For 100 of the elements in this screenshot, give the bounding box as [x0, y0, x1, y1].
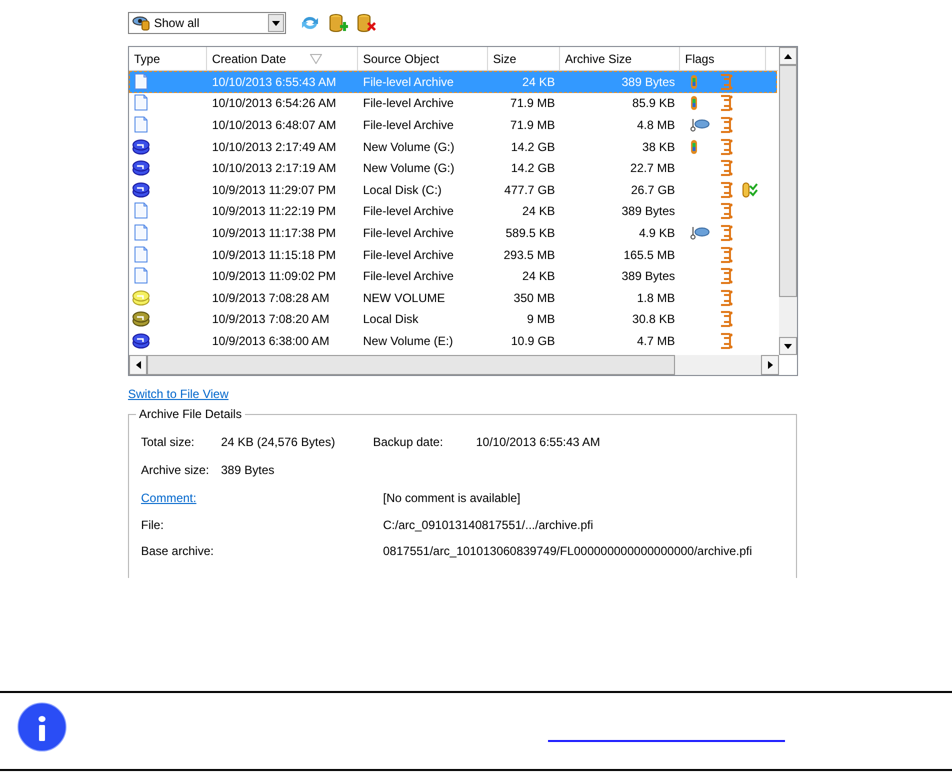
- table-cell-text: File-level Archive: [362, 203, 455, 220]
- field-label: Base archive:: [141, 544, 214, 558]
- column-header[interactable]: Creation Date: [207, 47, 358, 71]
- document-icon: [132, 202, 150, 220]
- battery-icon: [690, 74, 698, 90]
- table-cell-text: New Volume (E:): [362, 332, 454, 350]
- table-cell-text: 71.9 MB: [509, 116, 556, 134]
- scroll-thumb[interactable]: [779, 65, 797, 297]
- field-value: 0817551/arc_101013060839749/FL000000000000000000/archive.pfi: [383, 543, 752, 560]
- table-row[interactable]: 10/9/2013 7:08:28 AM NEW VOLUME 350 MB 1.8 MB: [129, 286, 777, 309]
- table-row[interactable]: 10/9/2013 7:08:20 AM Local Disk 9 MB 30.8 KB: [129, 308, 777, 330]
- document-icon: [132, 246, 150, 264]
- chain-icon: [720, 94, 734, 112]
- database-delete-icon[interactable]: [356, 13, 376, 33]
- table-cell-text: 24 KB: [521, 203, 556, 220]
- table-row[interactable]: 10/9/2013 11:09:02 PM File-level Archive 24 KB 389 Bytes: [129, 265, 777, 287]
- table-cell-text: Local Disk (C:): [362, 182, 443, 199]
- table-cell-text: 10/10/2013 2:17:19 AM: [211, 160, 338, 178]
- battery-icon: [690, 138, 698, 155]
- column-header[interactable]: Type: [129, 47, 207, 71]
- table-row[interactable]: 10/9/2013 11:22:19 PM File-level Archive 24 KB 389 Bytes: [129, 200, 777, 222]
- table-row[interactable]: 10/10/2013 6:54:26 AM File-level Archive 71.9 MB 85.9 KB: [129, 92, 777, 114]
- disk-icon: [132, 180, 150, 199]
- table-cell-text: File-level Archive: [362, 116, 455, 134]
- column-header[interactable]: Archive Size: [560, 47, 680, 71]
- vertical-scrollbar[interactable]: [779, 47, 797, 355]
- comment-link[interactable]: Comment:: [141, 491, 196, 505]
- table-cell-text: 10/10/2013 6:54:26 AM: [211, 95, 338, 112]
- table-row[interactable]: 10/10/2013 6:48:07 AM File-level Archive 71.9 MB 4.8 MB: [129, 114, 777, 136]
- table-cell-text: 350 MB: [512, 290, 556, 307]
- table-cell-text: 26.7 GB: [630, 182, 676, 199]
- switch-view-link[interactable]: Switch to File View: [128, 385, 228, 403]
- table-row[interactable]: 10/9/2013 11:15:18 PM File-level Archive 293.5 MB 165.5 MB: [129, 244, 777, 266]
- table-cell-text: 38 KB: [641, 138, 676, 156]
- table-cell-text: 589.5 KB: [504, 224, 556, 242]
- chain-icon: [720, 288, 734, 307]
- table-cell-text: 10/9/2013 11:22:19 PM: [211, 203, 337, 220]
- chain-icon: [720, 72, 734, 91]
- chain-icon: [720, 246, 734, 264]
- table-cell-text: New Volume (G:): [362, 160, 456, 178]
- battery-icon: [690, 95, 698, 112]
- table-cell-text: 10/9/2013 7:08:20 AM: [211, 311, 330, 328]
- table-cell-text: 14.2 GB: [510, 138, 556, 156]
- table-cell-text: 10/10/2013 6:55:43 AM: [211, 74, 338, 91]
- table-row[interactable]: 10/9/2013 11:17:38 PM File-level Archive 589.5 KB 4.9 KB: [129, 222, 777, 244]
- scroll-thumb[interactable]: [147, 355, 675, 375]
- column-header[interactable]: Size: [488, 47, 560, 71]
- table-cell-text: 30.8 KB: [631, 311, 676, 328]
- table-cell-text: 71.9 MB: [509, 95, 556, 112]
- chain-icon: [720, 159, 734, 178]
- field-label: Archive size:: [141, 462, 210, 479]
- table-cell-text: 9 MB: [526, 311, 556, 328]
- chain-icon: [720, 180, 734, 199]
- table-cell-text: 14.2 GB: [510, 160, 556, 178]
- scroll-down-icon[interactable]: [779, 337, 797, 355]
- chain-icon: [720, 116, 734, 134]
- column-header[interactable]: Source Object: [358, 47, 488, 71]
- field-value: [No comment is available]: [383, 490, 520, 507]
- chain-icon: [720, 310, 734, 328]
- table-cell-text: 10/9/2013 11:15:18 PM: [211, 246, 337, 264]
- table-cell-text: 24 KB: [521, 268, 556, 286]
- scroll-up-icon[interactable]: [779, 47, 797, 65]
- table-row[interactable]: 10/9/2013 6:38:00 AM New Volume (E:) 10.9 GB 4.7 MB: [129, 330, 777, 352]
- database-add-icon[interactable]: [328, 13, 348, 33]
- disk-icon: [132, 288, 150, 307]
- horizontal-scrollbar[interactable]: [129, 355, 779, 375]
- probe-icon: [690, 224, 710, 241]
- filter-value: Show all: [154, 15, 200, 32]
- scroll-left-icon[interactable]: [129, 355, 147, 375]
- disk-icon: [132, 159, 150, 178]
- filter-dropdown[interactable]: Show all: [128, 12, 286, 34]
- scroll-right-icon[interactable]: [761, 355, 779, 375]
- table-row[interactable]: 10/9/2013 11:29:07 PM Local Disk (C:) 477.7 GB 26.7 GB: [129, 178, 777, 201]
- column-header[interactable]: Flags: [680, 47, 766, 71]
- table-cell-text: 4.8 MB: [636, 116, 676, 134]
- refresh-icon[interactable]: [300, 14, 320, 32]
- table-row[interactable]: 10/10/2013 2:17:19 AM New Volume (G:) 14.2 GB 22.7 MB: [129, 157, 777, 179]
- table-cell-text: 389 Bytes: [620, 268, 676, 286]
- table-row[interactable]: 10/10/2013 2:17:49 AM New Volume (G:) 14.2 GB 38 KB: [129, 136, 777, 158]
- chain-icon: [720, 138, 734, 156]
- table-cell-text: 389 Bytes: [620, 203, 676, 220]
- document-icon: [132, 72, 150, 91]
- field-label: Total size:: [141, 434, 196, 451]
- field-label: Backup date:: [373, 434, 444, 451]
- table-cell-text: 10/9/2013 11:09:02 PM: [211, 268, 337, 286]
- document-icon: [132, 224, 150, 242]
- table-cell-text: 10/9/2013 11:29:07 PM: [211, 182, 337, 199]
- table-cell-text: 10/10/2013 6:48:07 AM: [211, 116, 338, 134]
- table-cell-text: 10/10/2013 2:17:49 AM: [211, 138, 338, 156]
- disk-icon: [132, 310, 150, 328]
- table-cell-text: File-level Archive: [362, 246, 455, 264]
- probe-icon: [690, 116, 710, 133]
- table-cell-text: 22.7 MB: [629, 160, 676, 178]
- table-cell-text: 10/9/2013 6:38:00 AM: [211, 332, 330, 350]
- table-cell-text: 85.9 KB: [631, 95, 676, 112]
- table-cell-text: 10/9/2013 7:08:28 AM: [211, 290, 330, 307]
- table-cell-text: File-level Archive: [362, 224, 455, 242]
- field-value: 10/10/2013 6:55:43 AM: [476, 434, 600, 451]
- disk-icon: [132, 138, 150, 156]
- chain-icon: [720, 202, 734, 220]
